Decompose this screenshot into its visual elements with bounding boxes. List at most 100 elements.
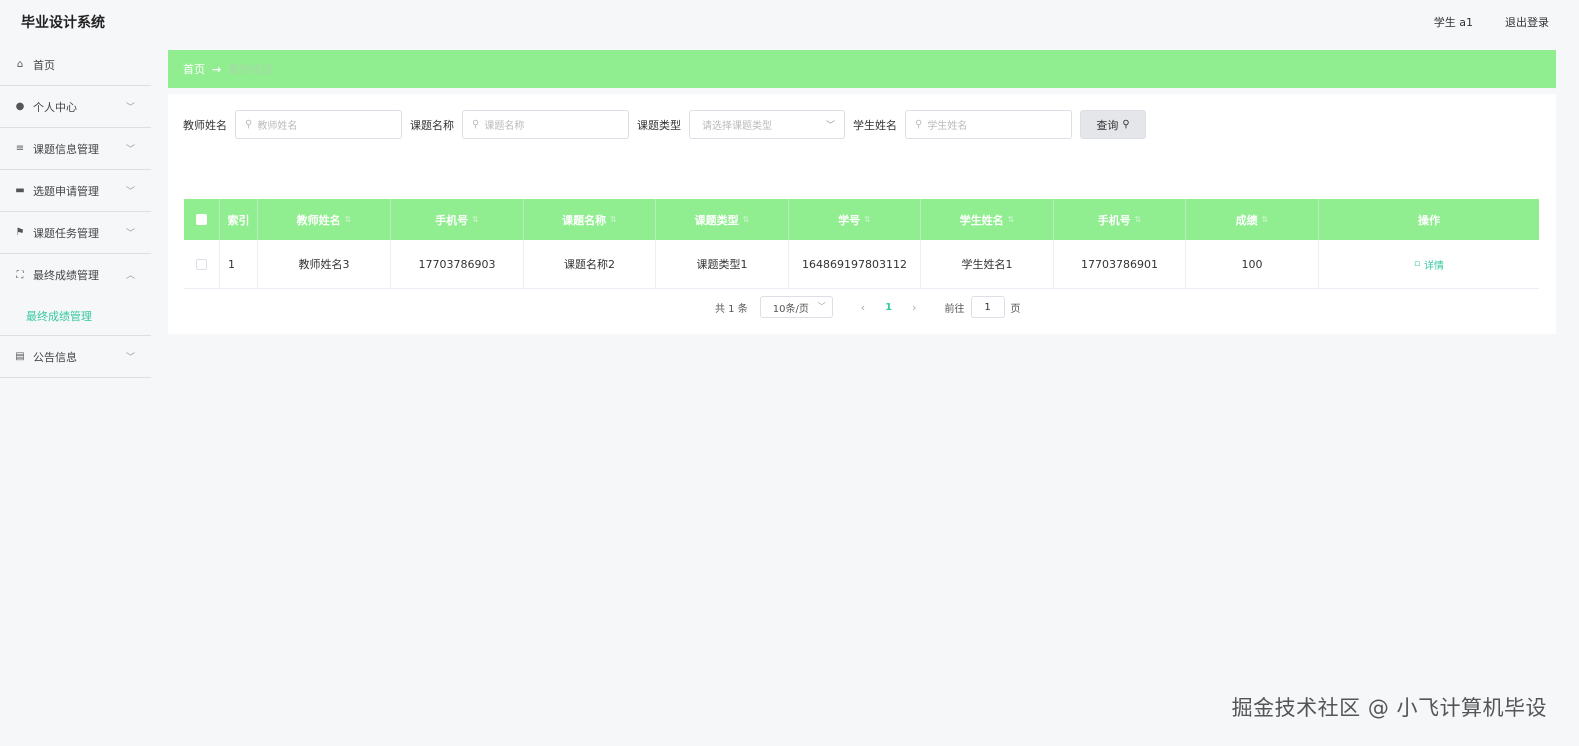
- sort-icon[interactable]: ⇅: [1008, 215, 1015, 224]
- topic-name-placeholder: 课题名称: [484, 121, 525, 132]
- user-icon: ●: [15, 101, 25, 112]
- sidebar-item-label: 个人中心: [33, 100, 77, 114]
- row-checkbox-cell: [184, 240, 220, 288]
- student-name-input[interactable]: ⚲ 学生姓名: [905, 110, 1072, 139]
- checkbox[interactable]: [196, 214, 207, 225]
- breadcrumb-current: 最终成绩: [228, 63, 273, 76]
- prev-page-button[interactable]: ‹: [861, 301, 865, 314]
- chevron-down-icon: ﹀: [125, 145, 135, 155]
- sidebar-subitem-final-score[interactable]: 最终成绩管理: [0, 296, 151, 336]
- sidebar-item-label: 课题任务管理: [33, 226, 99, 240]
- query-button-label: 查询: [1096, 118, 1119, 132]
- chevron-up-icon: ︿: [125, 271, 135, 281]
- topic-type-placeholder: 请选择课题类型: [702, 121, 772, 132]
- page-number-current[interactable]: 1: [885, 302, 892, 313]
- current-user[interactable]: 学生 a1: [1434, 14, 1473, 30]
- sidebar-item-label: 选题申请管理: [33, 184, 99, 198]
- column-header-teacher[interactable]: 教师姓名 ⇅: [258, 199, 391, 240]
- sidebar: ⌂ 首页 ● 个人中心 ﹀ ≡ 课题信息管理 ﹀ ▬ 选题申请管理 ﹀ ⚑ 课题…: [0, 44, 151, 746]
- cell-teacher-phone: 17703786903: [391, 240, 524, 288]
- column-header-score[interactable]: 成绩 ⇅: [1186, 199, 1319, 240]
- page-suffix: 页: [1010, 303, 1021, 315]
- sort-icon[interactable]: ⇅: [864, 215, 871, 224]
- student-name-label: 学生姓名: [853, 118, 897, 132]
- table-header: 索引 教师姓名 ⇅ 手机号 ⇅ 课题名称 ⇅ 课题类型 ⇅ 学号 ⇅ 学生姓名 ⇅ 手机号 ⇅…: [184, 199, 1539, 240]
- list-icon: ≡: [15, 143, 25, 154]
- student-name-placeholder: 学生姓名: [927, 121, 968, 132]
- page-size-select[interactable]: 10条/页 ﹀: [759, 296, 833, 318]
- pagination: 共 1 条 10条/页 ﹀ ‹ 1 › 前往 1 页: [715, 296, 1021, 318]
- sidebar-item-topic-info[interactable]: ≡ 课题信息管理 ﹀: [0, 128, 151, 170]
- goto-label: 前往: [944, 303, 965, 315]
- sidebar-item-label: 首页: [33, 58, 55, 72]
- sort-icon[interactable]: ⇅: [743, 215, 750, 224]
- search-icon: ⚲: [245, 119, 253, 130]
- message-icon: ▬: [15, 185, 25, 196]
- sidebar-item-topic-apply[interactable]: ▬ 选题申请管理 ﹀: [0, 170, 151, 212]
- column-header-topic[interactable]: 课题名称 ⇅: [524, 199, 656, 240]
- column-header-student-phone[interactable]: 手机号 ⇅: [1054, 199, 1186, 240]
- cell-teacher: 教师姓名3: [258, 240, 391, 288]
- search-icon: ⚲: [1122, 119, 1130, 130]
- cell-student-phone: 17703786901: [1054, 240, 1186, 288]
- top-bar: 毕业设计系统 学生 a1 退出登录: [0, 0, 1579, 44]
- sidebar-item-profile[interactable]: ● 个人中心 ﹀: [0, 86, 151, 128]
- topic-type-select[interactable]: 请选择课题类型 ﹀: [689, 110, 845, 139]
- sidebar-item-label: 公告信息: [33, 350, 77, 364]
- table-row: 1 教师姓名3 17703786903 课题名称2 课题类型1 16486919…: [184, 240, 1539, 289]
- row-checkbox[interactable]: [196, 258, 207, 270]
- chevron-down-icon: ﹀: [817, 302, 826, 311]
- arrow-right-icon: →: [212, 62, 222, 76]
- breadcrumb: 首页 → 最终成绩: [168, 50, 1556, 88]
- logout-link[interactable]: 退出登录: [1505, 14, 1549, 30]
- sidebar-item-notice[interactable]: ▤ 公告信息 ﹀: [0, 336, 151, 378]
- sidebar-item-final-score[interactable]: ⛶ 最终成绩管理 ︿: [0, 254, 151, 296]
- detail-button-label: 详情: [1424, 260, 1445, 272]
- sidebar-item-label: 最终成绩管理: [33, 269, 99, 282]
- cell-student: 学生姓名1: [921, 240, 1054, 288]
- teacher-name-input[interactable]: ⚲ 教师姓名: [235, 110, 402, 139]
- search-icon: ⚲: [915, 119, 923, 130]
- chevron-down-icon: ﹀: [825, 121, 835, 131]
- chevron-down-icon: ﹀: [125, 229, 135, 239]
- chevron-down-icon: ﹀: [125, 187, 135, 197]
- column-header-student[interactable]: 学生姓名 ⇅: [921, 199, 1054, 240]
- column-header-type[interactable]: 课题类型 ⇅: [656, 199, 789, 240]
- detail-button[interactable]: ▫ 详情: [1414, 257, 1444, 272]
- document-icon: ▫: [1413, 259, 1421, 269]
- app-title: 毕业设计系统: [21, 15, 105, 31]
- home-icon: ⌂: [16, 59, 24, 70]
- column-header-index: 索引: [220, 199, 258, 240]
- next-page-button[interactable]: ›: [912, 301, 916, 314]
- sort-icon[interactable]: ⇅: [1262, 215, 1269, 224]
- cell-topic: 课题名称2: [524, 240, 656, 288]
- page-size-value: 10条/页: [772, 303, 809, 315]
- fullscreen-icon: ⛶: [16, 269, 24, 281]
- search-form: 教师姓名 ⚲ 教师姓名 课题名称 ⚲ 课题名称 课题类型 请选择课题类型 ﹀ 学…: [183, 110, 1146, 139]
- sidebar-item-topic-task[interactable]: ⚑ 课题任务管理 ﹀: [0, 212, 151, 254]
- select-all-checkbox[interactable]: [184, 199, 220, 240]
- sort-icon[interactable]: ⇅: [345, 215, 352, 224]
- sort-icon[interactable]: ⇅: [610, 215, 617, 224]
- pagination-total: 共 1 条: [715, 303, 748, 315]
- column-header-teacher-phone[interactable]: 手机号 ⇅: [391, 199, 524, 240]
- topic-name-input[interactable]: ⚲ 课题名称: [462, 110, 629, 139]
- breadcrumb-home[interactable]: 首页: [183, 61, 205, 77]
- goto-page-input[interactable]: 1: [970, 296, 1005, 318]
- main-panel: 教师姓名 ⚲ 教师姓名 课题名称 ⚲ 课题名称 课题类型 请选择课题类型 ﹀ 学…: [168, 94, 1556, 334]
- search-icon: ⚲: [472, 119, 480, 130]
- sort-icon[interactable]: ⇅: [1135, 215, 1142, 224]
- column-header-student-no[interactable]: 学号 ⇅: [789, 199, 921, 240]
- cell-student-no: 164869197803112: [789, 240, 921, 288]
- chevron-down-icon: ﹀: [125, 353, 135, 363]
- teacher-name-placeholder: 教师姓名: [257, 121, 298, 132]
- sidebar-item-home[interactable]: ⌂ 首页: [0, 44, 151, 86]
- column-header-action: 操作: [1418, 213, 1440, 227]
- teacher-name-label: 教师姓名: [183, 118, 227, 132]
- chevron-down-icon: ﹀: [125, 103, 135, 113]
- topic-name-label: 课题名称: [410, 118, 454, 132]
- sort-icon[interactable]: ⇅: [472, 215, 479, 224]
- flag-icon: ⚑: [15, 227, 25, 238]
- query-button[interactable]: 查询 ⚲: [1080, 110, 1146, 139]
- cell-score: 100: [1186, 240, 1319, 288]
